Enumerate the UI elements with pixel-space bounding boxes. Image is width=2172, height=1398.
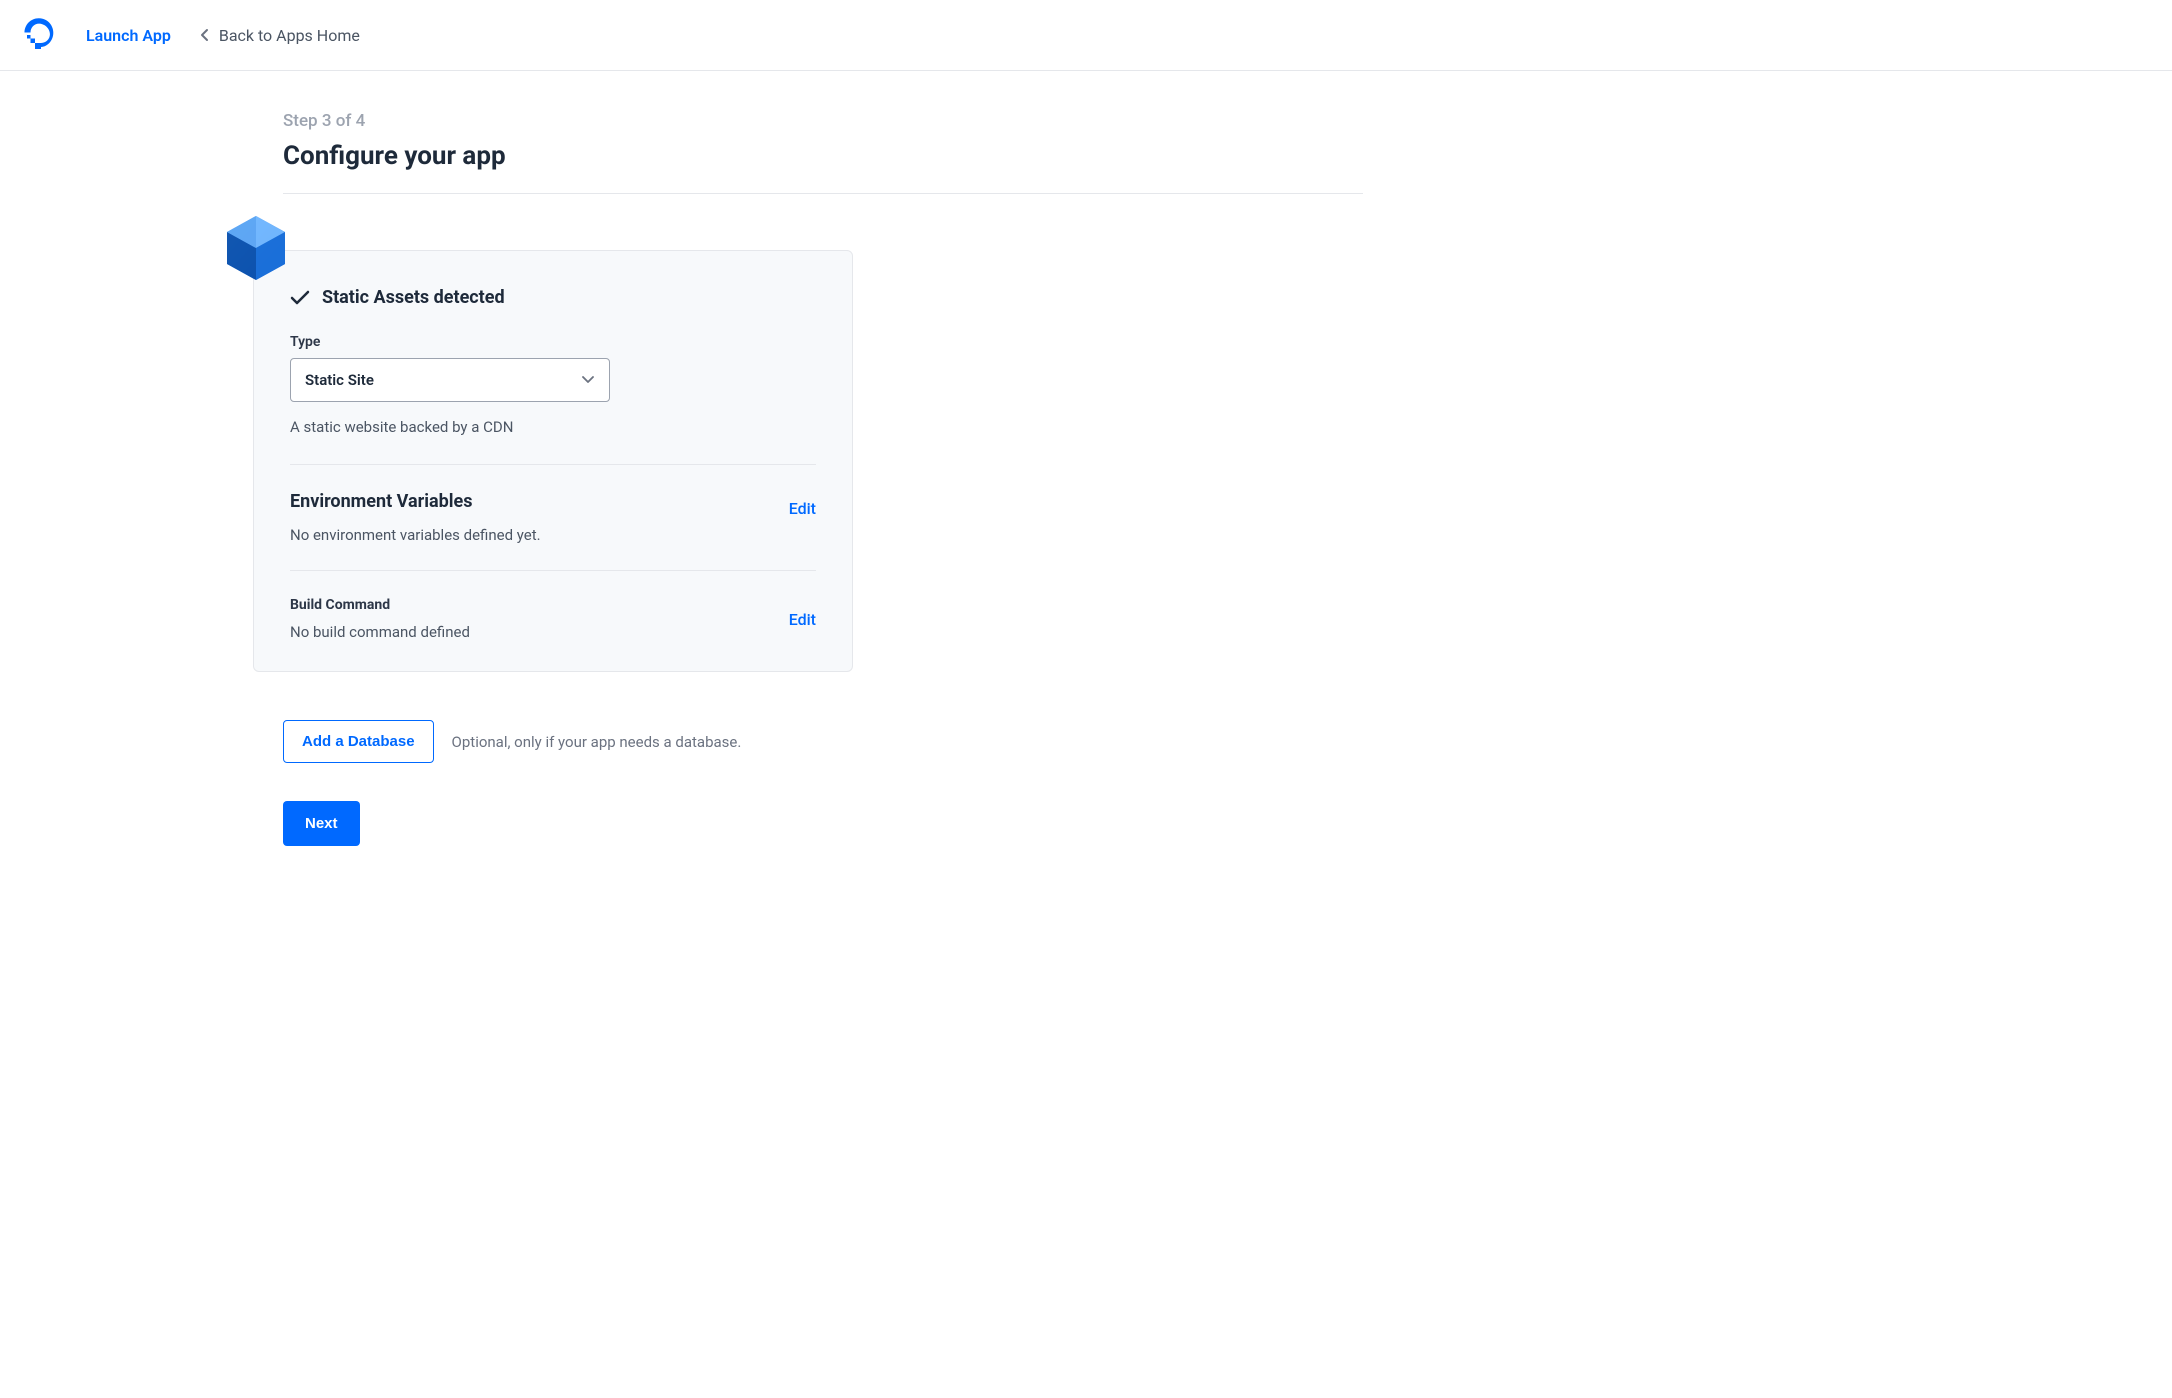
type-select-value: Static Site bbox=[305, 371, 374, 389]
card-wrap: Static Assets detected Type Static Site … bbox=[283, 250, 1363, 672]
launch-app-link[interactable]: Launch App bbox=[86, 26, 171, 45]
env-edit-link[interactable]: Edit bbox=[789, 499, 816, 518]
digitalocean-logo-icon[interactable] bbox=[24, 18, 58, 52]
detected-label: Static Assets detected bbox=[322, 287, 505, 308]
db-hint: Optional, only if your app needs a datab… bbox=[452, 733, 742, 751]
build-row: Build Command No build command defined E… bbox=[290, 597, 816, 641]
chevron-left-icon bbox=[199, 28, 209, 42]
add-database-button[interactable]: Add a Database bbox=[283, 720, 434, 763]
detected-row: Static Assets detected bbox=[290, 287, 816, 308]
build-body: No build command defined bbox=[290, 623, 789, 641]
divider bbox=[290, 464, 816, 465]
config-card: Static Assets detected Type Static Site … bbox=[253, 250, 853, 672]
env-row: Environment Variables Edit bbox=[290, 491, 816, 526]
step-indicator: Step 3 of 4 bbox=[283, 111, 1363, 131]
type-select[interactable]: Static Site bbox=[290, 358, 610, 402]
env-title: Environment Variables bbox=[290, 491, 472, 512]
db-row: Add a Database Optional, only if your ap… bbox=[283, 720, 1363, 763]
page-title: Configure your app bbox=[283, 141, 1363, 171]
page-content: Step 3 of 4 Configure your app bbox=[283, 71, 1363, 846]
divider bbox=[290, 570, 816, 571]
static-assets-hexagon-icon bbox=[223, 212, 289, 288]
env-body: No environment variables defined yet. bbox=[290, 526, 816, 544]
back-link[interactable]: Back to Apps Home bbox=[199, 26, 360, 45]
topbar: Launch App Back to Apps Home bbox=[0, 0, 2172, 71]
title-divider bbox=[283, 193, 1363, 194]
type-label: Type bbox=[290, 334, 816, 350]
back-link-label: Back to Apps Home bbox=[219, 26, 360, 45]
next-button[interactable]: Next bbox=[283, 801, 360, 846]
build-title: Build Command bbox=[290, 597, 789, 613]
type-helper-text: A static website backed by a CDN bbox=[290, 418, 816, 436]
build-edit-link[interactable]: Edit bbox=[789, 610, 816, 629]
check-icon bbox=[290, 290, 310, 306]
chevron-down-icon bbox=[581, 375, 595, 385]
